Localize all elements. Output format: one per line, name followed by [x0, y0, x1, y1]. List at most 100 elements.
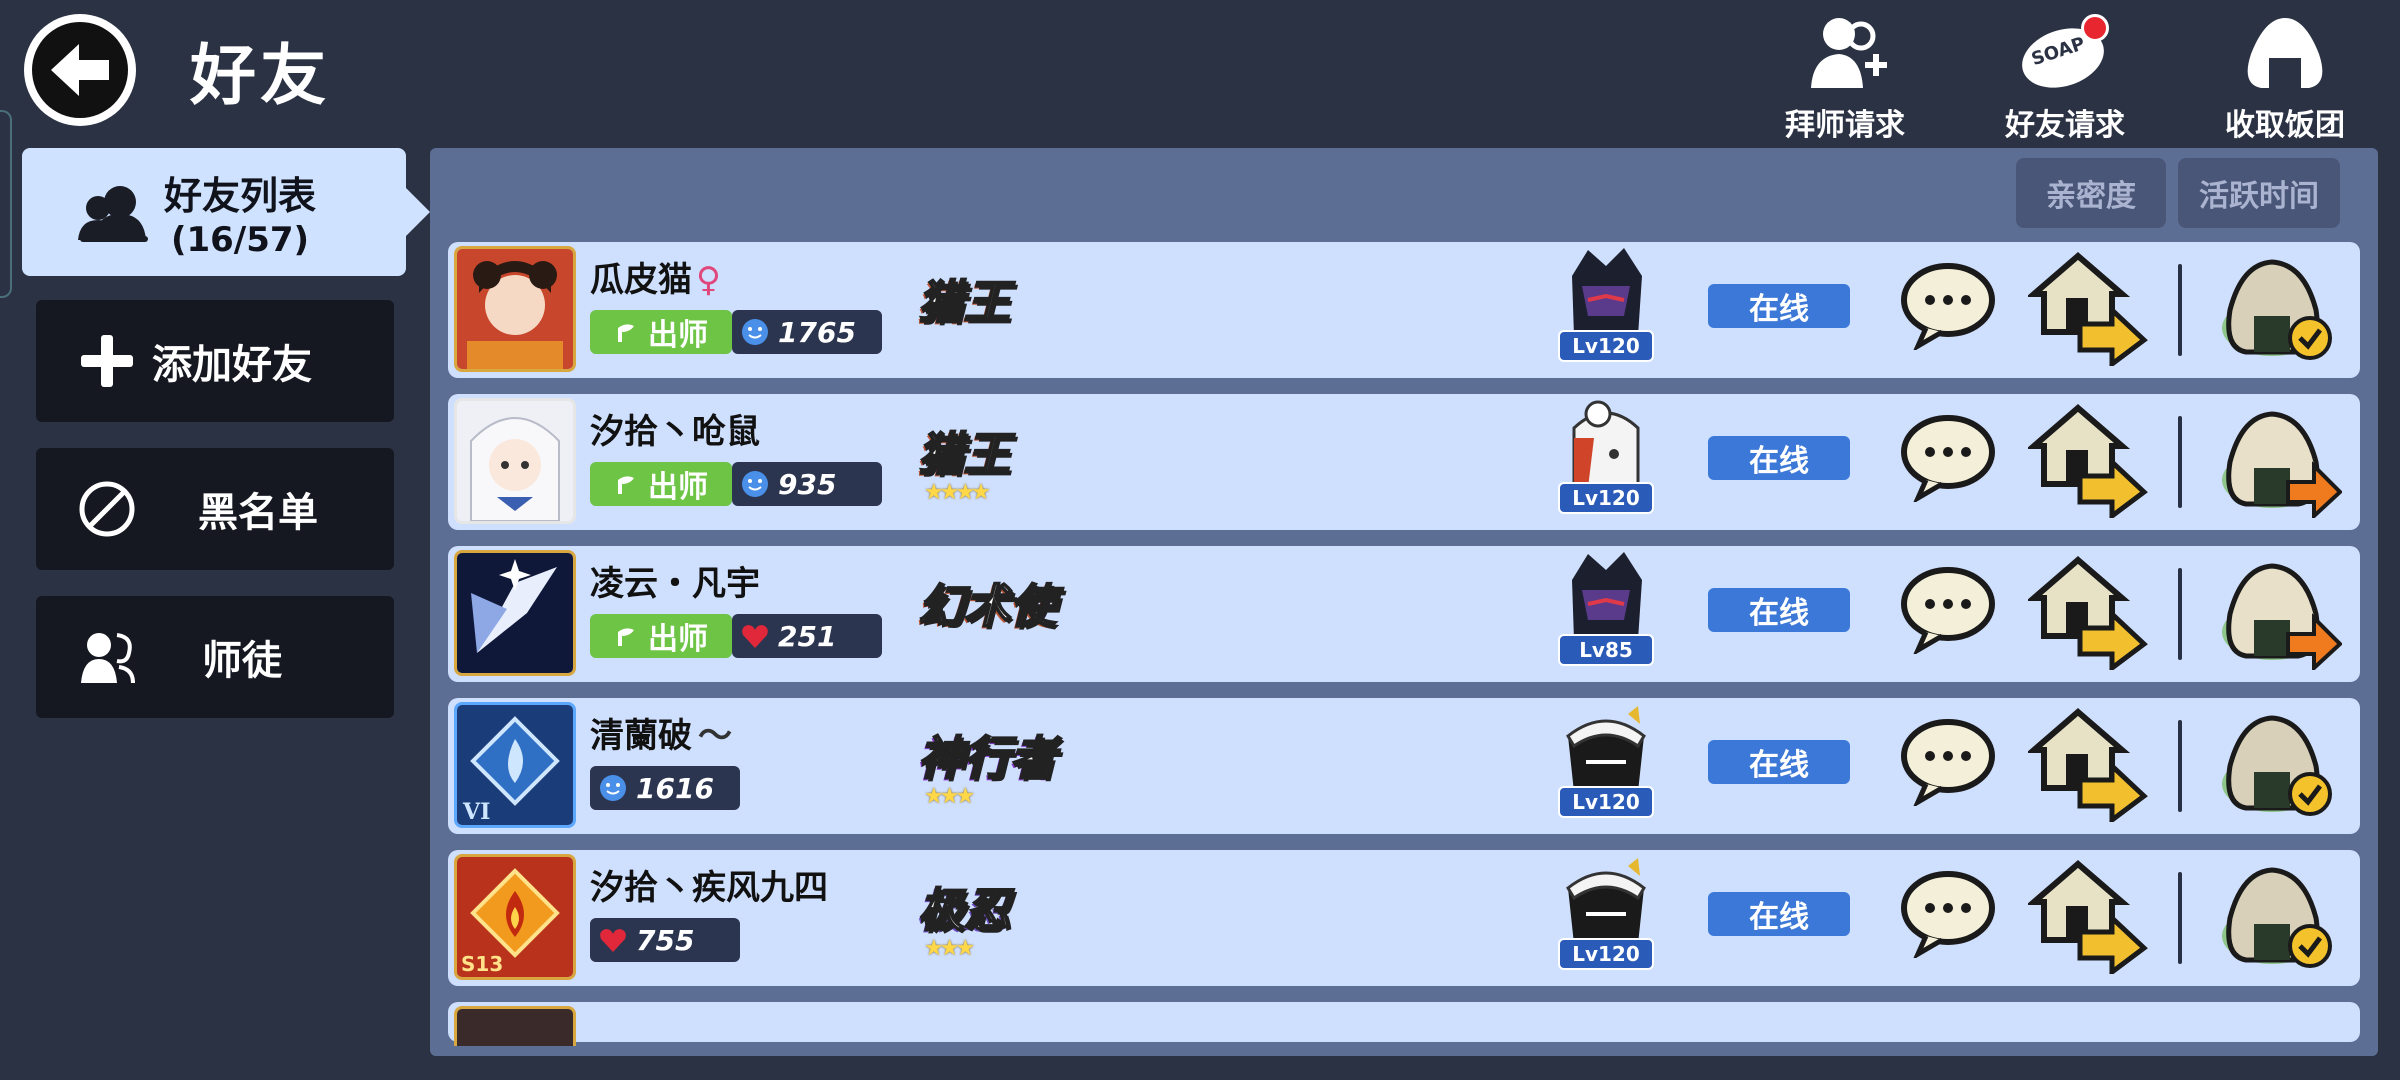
- add-mentor-icon: [1799, 14, 1891, 94]
- friend-name: 汐拾丶疾风九四: [590, 868, 828, 908]
- title-badge: 幻术使: [917, 578, 1057, 634]
- collect-riceball-label: 收取饭团: [2225, 108, 2345, 143]
- friend-row[interactable]: 汐拾丶呛鼠 出师 935 猎王 ★★★★ Lv120 在线: [448, 394, 2360, 530]
- online-status: 在线: [1708, 588, 1850, 632]
- friend-requests-label: 好友请求: [2005, 108, 2125, 143]
- soap-bubble-icon: SOAP: [2019, 14, 2111, 94]
- block-icon: [72, 474, 142, 544]
- stat-pill: 935: [732, 462, 882, 506]
- friend-count: (16/57): [170, 219, 310, 260]
- plus-icon: [72, 326, 142, 396]
- friend-row-partial[interactable]: [448, 1002, 2360, 1046]
- svg-text:VI: VI: [462, 799, 490, 825]
- nav-blacklist-label: 黑名单: [198, 490, 318, 536]
- row-divider: [2178, 416, 2182, 508]
- friend-name: 清蘭破〜: [590, 716, 732, 756]
- apprentice-requests-label: 拜师请求: [1785, 108, 1905, 143]
- friend-avatar: [454, 1006, 576, 1046]
- level-badge: Lv120: [1558, 330, 1654, 362]
- chat-bubble-icon[interactable]: [1898, 716, 1998, 806]
- friend-avatar[interactable]: [454, 398, 576, 524]
- title-badge: 神行者 ★★★: [917, 730, 1057, 809]
- left-rail: [0, 110, 12, 298]
- riceball-received-icon[interactable]: [2218, 254, 2342, 366]
- sort-active-time-button[interactable]: 活跃时间: [2178, 158, 2340, 228]
- apprentice-requests-button[interactable]: 拜师请求: [1770, 14, 1920, 143]
- master-tag: 出师: [590, 614, 732, 658]
- title-badge: 猎王: [917, 274, 1011, 330]
- visit-home-icon[interactable]: [2028, 402, 2148, 518]
- online-status: 在线: [1708, 740, 1850, 784]
- wave-icon: 〜: [698, 716, 732, 756]
- title-stars: ★★★: [924, 784, 975, 809]
- chat-bubble-icon[interactable]: [1898, 412, 1998, 502]
- riceball-received-icon[interactable]: [2218, 710, 2342, 822]
- level-badge: Lv85: [1558, 634, 1654, 666]
- friend-row[interactable]: 瓜皮猫 ♀ 出师 1765 猎王 Lv120 在线: [448, 242, 2360, 378]
- smile-icon: [738, 467, 772, 501]
- friend-avatar[interactable]: VI: [454, 702, 576, 828]
- rice-ball-icon: [2239, 14, 2331, 94]
- back-button[interactable]: [24, 14, 136, 126]
- friend-name: 凌云・凡宇: [590, 564, 760, 604]
- leaf-icon: [618, 324, 634, 342]
- nav-mentor[interactable]: 师徒: [36, 596, 394, 718]
- riceball-send-icon[interactable]: [2218, 558, 2342, 670]
- row-divider: [2178, 720, 2182, 812]
- title-stars: ★★★: [924, 936, 975, 961]
- friend-row[interactable]: 凌云・凡宇 出师 251 幻术使 Lv85 在线: [448, 546, 2360, 682]
- friend-row[interactable]: VI 清蘭破〜 1616 神行者 ★★★ Lv120 在线: [448, 698, 2360, 834]
- sort-intimacy-button[interactable]: 亲密度: [2016, 158, 2166, 228]
- leaf-icon: [618, 476, 634, 494]
- nav-add-friend[interactable]: 添加好友: [36, 300, 394, 422]
- collect-riceball-button[interactable]: 收取饭团: [2210, 14, 2360, 143]
- friends-group-icon: [78, 186, 148, 242]
- riceball-received-icon[interactable]: [2218, 862, 2342, 974]
- friend-list-panel: 亲密度 活跃时间 瓜皮猫 ♀ 出师 1765 猎王 Lv120 在线 汐拾丶呛鼠 …: [430, 148, 2378, 1056]
- leaf-icon: [618, 628, 634, 646]
- level-badge: Lv120: [1558, 938, 1654, 970]
- stat-pill: 251: [732, 614, 882, 658]
- friend-name: 汐拾丶呛鼠: [590, 412, 760, 452]
- master-tag: 出师: [590, 462, 732, 506]
- nav-friend-list-label: 好友列表: [164, 173, 317, 218]
- nav-blacklist[interactable]: 黑名单: [36, 448, 394, 570]
- online-status: 在线: [1708, 284, 1850, 328]
- nav-add-friend-label: 添加好友: [152, 342, 312, 388]
- online-status: 在线: [1708, 436, 1850, 480]
- visit-home-icon[interactable]: [2028, 250, 2148, 366]
- row-divider: [2178, 568, 2182, 660]
- smile-icon: [596, 771, 630, 805]
- title-badge: 极忍 ★★★: [917, 882, 1011, 961]
- friend-requests-button[interactable]: SOAP 好友请求: [1990, 14, 2140, 143]
- title-badge: 猎王 ★★★★: [917, 426, 1011, 505]
- friend-avatar[interactable]: [454, 246, 576, 372]
- friend-name: 瓜皮猫 ♀: [590, 260, 721, 300]
- riceball-send-icon[interactable]: [2218, 406, 2342, 518]
- level-badge: Lv120: [1558, 482, 1654, 514]
- nav-mentor-label: 师徒: [202, 638, 282, 684]
- visit-home-icon[interactable]: [2028, 554, 2148, 670]
- friend-avatar[interactable]: S13: [454, 854, 576, 980]
- page-title: 好友: [190, 37, 330, 114]
- chat-bubble-icon[interactable]: [1898, 564, 1998, 654]
- notification-dot: [2081, 14, 2109, 42]
- mentor-icon: [72, 622, 142, 692]
- master-tag: 出师: [590, 310, 732, 354]
- heart-icon: [596, 923, 630, 957]
- online-status: 在线: [1708, 892, 1850, 936]
- smile-icon: [738, 315, 772, 349]
- friend-avatar[interactable]: [454, 550, 576, 676]
- stat-pill: 755: [590, 918, 740, 962]
- svg-text:S13: S13: [461, 952, 503, 976]
- level-badge: Lv120: [1558, 786, 1654, 818]
- nav-friend-list[interactable]: 好友列表 (16/57): [22, 148, 430, 276]
- chat-bubble-icon[interactable]: [1898, 868, 1998, 958]
- visit-home-icon[interactable]: [2028, 858, 2148, 974]
- chat-bubble-icon[interactable]: [1898, 260, 1998, 350]
- visit-home-icon[interactable]: [2028, 706, 2148, 822]
- friend-row[interactable]: S13 汐拾丶疾风九四 755 极忍 ★★★ Lv120 在线: [448, 850, 2360, 986]
- back-arrow-icon: [32, 22, 128, 118]
- heart-icon: [738, 619, 772, 653]
- title-stars: ★★★★: [924, 480, 991, 505]
